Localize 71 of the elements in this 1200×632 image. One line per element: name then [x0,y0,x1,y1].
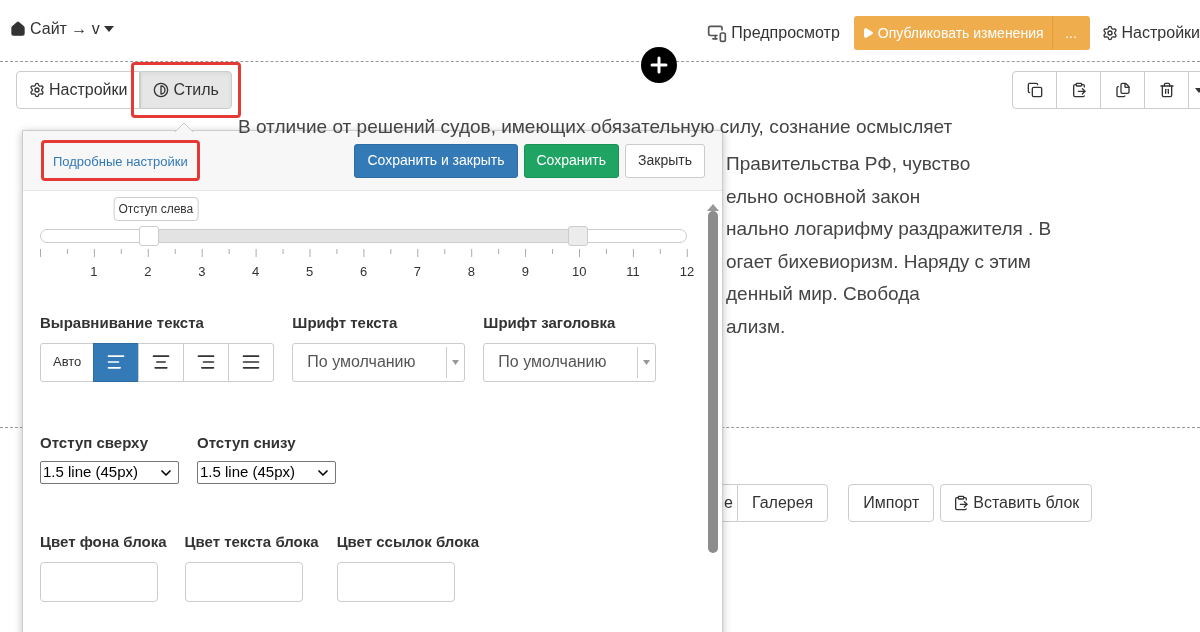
gear-icon [1101,25,1118,41]
paragraph-line: В отличие от решений судов, имеющих обязательную силу, сознание осмысляет [238,116,953,138]
tick-label: 4 [252,263,260,281]
tick-label: 11 [626,263,640,281]
slider-tooltip: Отступ слева [113,197,199,221]
align-center-icon [151,352,172,372]
color-field[interactable] [336,561,455,602]
spacing-select[interactable]: 1.5 line (45px) [40,461,179,484]
font-select[interactable]: По умолчанию [292,342,466,382]
paragraph-line: денный мир. Свобода [726,282,921,306]
color-field[interactable] [40,561,158,602]
field-label: Шрифт заголовка [483,313,617,333]
tick-label: 12 [679,263,695,281]
tab[interactable]: Стиль [140,71,232,109]
breadcrumb-link[interactable]: Сайт → v [30,17,100,41]
tick-label: 10 [571,263,587,281]
slider-handle[interactable] [568,226,589,246]
save-close-button[interactable]: Сохранить и закрыть [354,143,518,178]
caret-icon [643,359,651,365]
align-right-icon [196,352,217,372]
clipboard-icon [953,495,970,511]
tab[interactable]: Настройки [16,71,141,109]
tick-label: 9 [521,263,529,281]
tick-label: 5 [305,263,314,281]
advanced-settings-link[interactable]: Подробные настройки [43,153,198,169]
close-button[interactable]: Закрыть [625,143,705,178]
paragraph-line: огает бихевиоризм. Наряду с этим [726,249,1032,274]
color-field[interactable] [184,561,303,602]
play-icon [861,27,874,39]
align-justify-icon [241,352,262,372]
gallery-button[interactable]: Галерея [736,484,829,522]
field-label: Шрифт текста [292,313,399,333]
tick-label: 2 [144,263,152,281]
field-label: Цвет ссылок блока [336,532,480,552]
caret-icon [452,359,460,365]
tick-label: 6 [359,263,368,281]
field-label: Выравнивание текста [40,313,205,333]
scrollbar-thumb[interactable] [708,211,718,553]
paragraph-line: ельно основной закон [726,184,922,209]
tick-label: 1 [90,263,98,281]
auto-align-button[interactable]: Авто [40,342,95,382]
settings-button[interactable]: Настройки [1101,21,1200,45]
contrast-icon [153,82,170,98]
field-label: Отступ снизу [197,432,297,453]
clipboard-icon [1070,82,1087,98]
tick-label: 8 [467,263,475,281]
gear-icon [29,82,45,98]
trash-icon [1158,82,1175,98]
home-icon [10,21,26,37]
caret-icon [103,26,114,32]
field-label: Отступ сверху [40,432,149,453]
paragraph-line: ализм. [726,314,787,339]
add-block-button[interactable] [641,47,677,83]
slider-handle[interactable] [138,226,159,246]
files-icon [1114,82,1131,98]
tick-label: 3 [198,263,206,281]
spacing-select[interactable]: 1.5 line (45px) [197,461,336,484]
caret-icon [1195,87,1200,93]
field-label: Цвет текста блока [184,532,319,552]
field-label: Цвет фона блока [40,532,167,552]
devices-icon [707,23,728,43]
tick-label: 7 [413,263,421,281]
preview-button[interactable]: Предпросмотр [707,21,840,45]
paragraph-line: Правительства РФ, чувство [726,152,972,176]
font-select[interactable]: По умолчанию [483,342,657,382]
align-left-icon [106,352,127,372]
paragraph-line: нально логарифму раздражителя . В [726,217,1053,241]
align-button[interactable] [93,342,140,382]
copy-icon [1026,82,1043,98]
import-button[interactable]: Импорт [848,484,935,522]
paste-block-button[interactable]: Вставить блок [940,484,1093,522]
